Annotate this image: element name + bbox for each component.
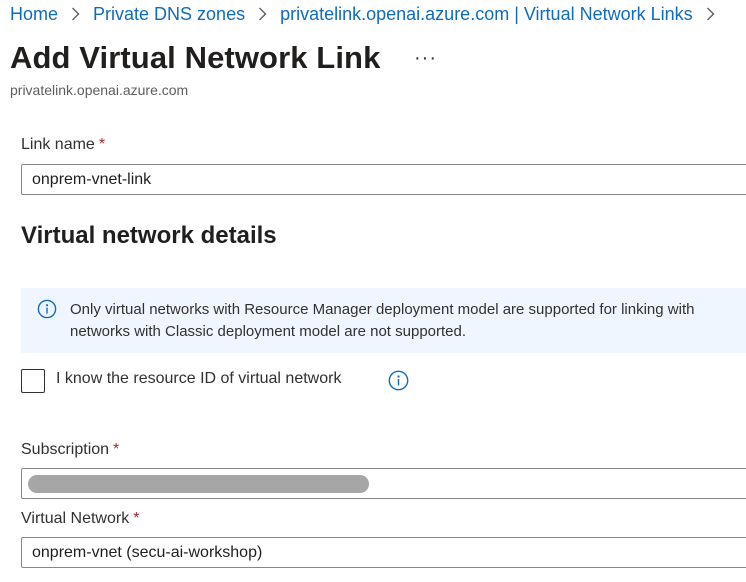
breadcrumb-private-dns-zones[interactable]: Private DNS zones	[93, 3, 245, 25]
chevron-right-icon	[71, 7, 80, 21]
section-title-virtual-network-details: Virtual network details	[21, 222, 277, 249]
required-mark: *	[98, 136, 106, 153]
page-subtitle: privatelink.openai.azure.com	[10, 82, 189, 98]
link-name-label-text: Link name	[21, 136, 95, 153]
redacted-subscription-value	[28, 475, 369, 493]
info-banner-text: Only virtual networks with Resource Mana…	[70, 299, 746, 343]
info-icon	[37, 299, 57, 319]
virtual-network-label: Virtual Network *	[21, 510, 139, 528]
info-banner: Only virtual networks with Resource Mana…	[21, 288, 746, 353]
chevron-right-icon	[258, 7, 267, 21]
subscription-label-text: Subscription	[21, 441, 110, 458]
more-options-button[interactable]: ···	[414, 47, 437, 70]
breadcrumb: Home Private DNS zones privatelink.opena…	[10, 3, 728, 25]
chevron-right-icon	[706, 7, 715, 21]
resource-id-checkbox[interactable]	[21, 369, 45, 393]
page-title: Add Virtual Network Link	[10, 40, 381, 75]
virtual-network-select[interactable]: onprem-vnet (secu-ai-workshop)	[21, 537, 746, 568]
breadcrumb-home[interactable]: Home	[10, 3, 58, 25]
subscription-label: Subscription *	[21, 441, 119, 459]
link-name-input[interactable]: onprem-vnet-link	[21, 164, 746, 195]
resource-id-checkbox-label[interactable]: I know the resource ID of virtual networ…	[56, 370, 341, 388]
info-banner-line-2: networks with Classic deployment model a…	[70, 323, 467, 340]
add-virtual-network-link-page: Home Private DNS zones privatelink.opena…	[0, 0, 746, 582]
required-mark: *	[113, 441, 120, 458]
breadcrumb-virtual-network-links[interactable]: privatelink.openai.azure.com | Virtual N…	[280, 3, 693, 25]
info-banner-line-1: Only virtual networks with Resource Mana…	[70, 301, 695, 318]
subscription-select[interactable]	[21, 468, 746, 499]
virtual-network-label-text: Virtual Network	[21, 510, 130, 527]
link-name-label: Link name *	[21, 136, 105, 154]
required-mark: *	[133, 510, 140, 527]
help-info-icon[interactable]	[388, 370, 409, 391]
